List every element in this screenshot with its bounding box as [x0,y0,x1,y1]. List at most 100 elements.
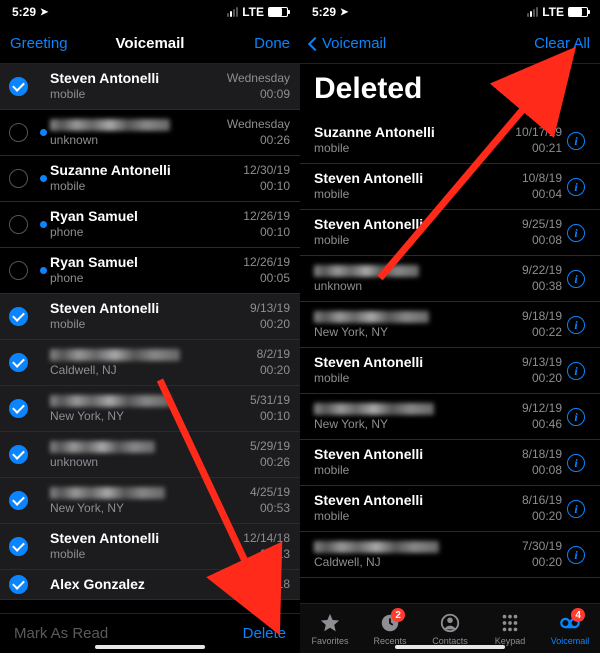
select-checkbox[interactable] [9,575,28,594]
select-checkbox[interactable] [9,77,28,96]
voicemail-row[interactable]: Alex Gonzalez10/19/18 [0,570,300,600]
caller-name-redacted [50,349,180,361]
select-checkbox[interactable] [9,261,28,280]
deleted-row[interactable]: New York, NY9/18/1900:22 [300,302,600,348]
voicemail-row[interactable]: New York, NY4/25/1900:53 [0,478,300,524]
tab-favorites[interactable]: Favorites [300,604,360,653]
vm-date: 9/13/19 [522,355,562,371]
select-checkbox[interactable] [9,537,28,556]
chevron-left-icon [308,36,322,50]
mark-as-read-button[interactable]: Mark As Read [14,625,108,642]
battery-icon [268,7,288,17]
voicemail-row[interactable]: Ryan Samuelphone12/26/1900:05 [0,248,300,294]
vm-duration: 00:08 [522,463,562,479]
done-button[interactable]: Done [254,35,290,52]
back-button[interactable]: Voicemail [310,35,386,52]
caller-name: Steven Antonelli [50,530,237,547]
caller-name: Ryan Samuel [50,208,237,225]
select-checkbox[interactable] [9,399,28,418]
deleted-row[interactable]: Steven Antonellimobile8/18/1900:08 [300,440,600,486]
voicemail-row[interactable]: Suzanne Antonellimobile12/30/1900:10 [0,156,300,202]
deleted-row[interactable]: Suzanne Antonellimobile10/17/1900:21 [300,118,600,164]
deleted-row[interactable]: New York, NY 9/12/1900:46 [300,394,600,440]
clear-all-button[interactable]: Clear All [534,35,590,52]
deleted-row[interactable]: Steven Antonellimobile9/13/1900:20 [300,348,600,394]
caller-name-redacted [50,119,170,131]
select-checkbox[interactable] [9,353,28,372]
vm-date: 7/30/19 [522,539,562,555]
caller-sub: mobile [50,87,221,103]
vm-duration: 00:53 [250,501,290,517]
greeting-button[interactable]: Greeting [10,35,68,52]
info-icon[interactable] [567,408,585,426]
voicemail-row[interactable]: unknownWednesday00:26 [0,110,300,156]
deleted-row[interactable]: Caldwell, NJ7/30/1900:20 [300,532,600,578]
location-icon: ➤ [340,7,348,18]
nav-bar: Voicemail Clear All [300,24,600,64]
select-checkbox[interactable] [9,215,28,234]
voicemail-list[interactable]: Steven AntonellimobileWednesday00:09unkn… [0,64,300,613]
caller-sub: New York, NY [314,417,516,433]
vm-duration: 00:20 [522,555,562,571]
voicemail-row[interactable]: Steven AntonellimobileWednesday00:09 [0,64,300,110]
caller-name-redacted [314,265,419,277]
star-icon [319,612,341,634]
caller-name: Steven Antonelli [314,170,516,187]
vm-date: 10/8/19 [522,171,562,187]
info-icon[interactable] [567,454,585,472]
home-indicator[interactable] [395,645,505,649]
deleted-list[interactable]: Suzanne Antonellimobile10/17/1900:21Stev… [300,118,600,603]
signal-icon [227,7,238,17]
vm-duration: 00:38 [522,279,562,295]
vm-date: 8/2/19 [257,347,290,363]
home-indicator[interactable] [95,645,205,649]
info-icon[interactable] [567,224,585,242]
caller-name-redacted [314,541,439,553]
info-icon[interactable] [567,546,585,564]
nav-bar: Greeting Voicemail Done [0,24,300,64]
vm-duration: 00:05 [243,271,290,287]
delete-button[interactable]: Delete [243,625,286,642]
voicemail-row[interactable]: Steven Antonellimobile12/14/1800:13 [0,524,300,570]
select-checkbox[interactable] [9,445,28,464]
vm-duration: 00:10 [243,179,290,195]
info-icon[interactable] [567,500,585,518]
caller-name: Suzanne Antonelli [50,162,237,179]
caller-name: Steven Antonelli [314,446,516,463]
voicemail-row[interactable]: Caldwell, NJ8/2/1900:20 [0,340,300,386]
caller-sub: phone [50,225,237,241]
select-checkbox[interactable] [9,123,28,142]
info-icon[interactable] [567,362,585,380]
vm-duration: 00:10 [243,225,290,241]
tab-voicemail[interactable]: Voicemail 4 [540,604,600,653]
voicemail-row[interactable]: Steven Antonellimobile9/13/1900:20 [0,294,300,340]
voicemail-row[interactable]: Ryan Samuelphone12/26/1900:10 [0,202,300,248]
info-icon[interactable] [567,178,585,196]
select-checkbox[interactable] [9,169,28,188]
caller-sub: mobile [50,547,237,563]
deleted-row[interactable]: Steven Antonellimobile10/8/1900:04 [300,164,600,210]
info-icon[interactable] [567,270,585,288]
voicemail-row[interactable]: unknown5/29/1900:26 [0,432,300,478]
caller-sub: mobile [314,141,509,157]
voicemail-row[interactable]: New York, NY5/31/1900:10 [0,386,300,432]
caller-sub: Caldwell, NJ [50,363,251,379]
caller-name-redacted [50,395,170,407]
info-icon[interactable] [567,316,585,334]
vm-duration: 00:20 [250,317,290,333]
vm-date: 4/25/19 [250,485,290,501]
deleted-row[interactable]: unknown9/22/1900:38 [300,256,600,302]
caller-name: Suzanne Antonelli [314,124,509,141]
unread-dot-icon [40,175,47,182]
info-icon[interactable] [567,132,585,150]
select-checkbox[interactable] [9,491,28,510]
vm-date: 8/16/19 [522,493,562,509]
vm-duration: 00:46 [522,417,562,433]
vm-duration: 00:20 [522,509,562,525]
select-checkbox[interactable] [9,307,28,326]
deleted-row[interactable]: Steven Antonellimobile8/16/1900:20 [300,486,600,532]
caller-sub: unknown [314,279,516,295]
vm-date: 9/12/19 [522,401,562,417]
deleted-row[interactable]: Steven Antonellimobile9/25/1900:08 [300,210,600,256]
caller-name-redacted [314,311,429,323]
